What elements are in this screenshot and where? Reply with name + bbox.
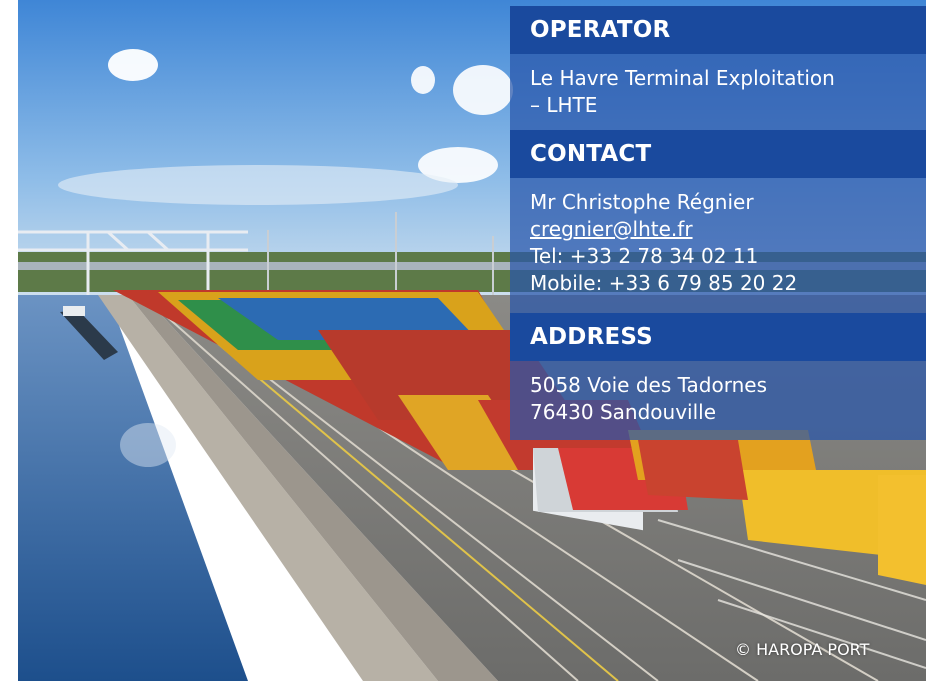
operator-body: Le Havre Terminal Exploitation – LHTE — [510, 54, 926, 130]
contact-mobile: Mobile: +33 6 79 85 20 22 — [530, 271, 798, 295]
contact-email-link[interactable]: cregnier@lhte.fr — [530, 217, 693, 241]
operator-heading: OPERATOR — [510, 6, 926, 54]
address-city: 76430 Sandouville — [530, 400, 717, 424]
contact-tel: Tel: +33 2 78 34 02 11 — [530, 244, 759, 268]
address-street: 5058 Voie des Tadornes — [530, 373, 767, 397]
info-panel: OPERATOR Le Havre Terminal Exploitation … — [510, 0, 926, 440]
operator-name-line1: Le Havre Terminal Exploitation — [530, 66, 835, 90]
address-body: 5058 Voie des Tadornes 76430 Sandouville — [510, 361, 926, 440]
contact-heading: CONTACT — [510, 130, 926, 178]
operator-name-line2: – LHTE — [530, 93, 598, 117]
address-heading: ADDRESS — [510, 313, 926, 361]
contact-name: Mr Christophe Régnier — [530, 190, 754, 214]
contact-body: Mr Christophe Régnier cregnier@lhte.fr T… — [510, 178, 926, 313]
photo-credit: © HAROPA PORT — [735, 640, 870, 659]
